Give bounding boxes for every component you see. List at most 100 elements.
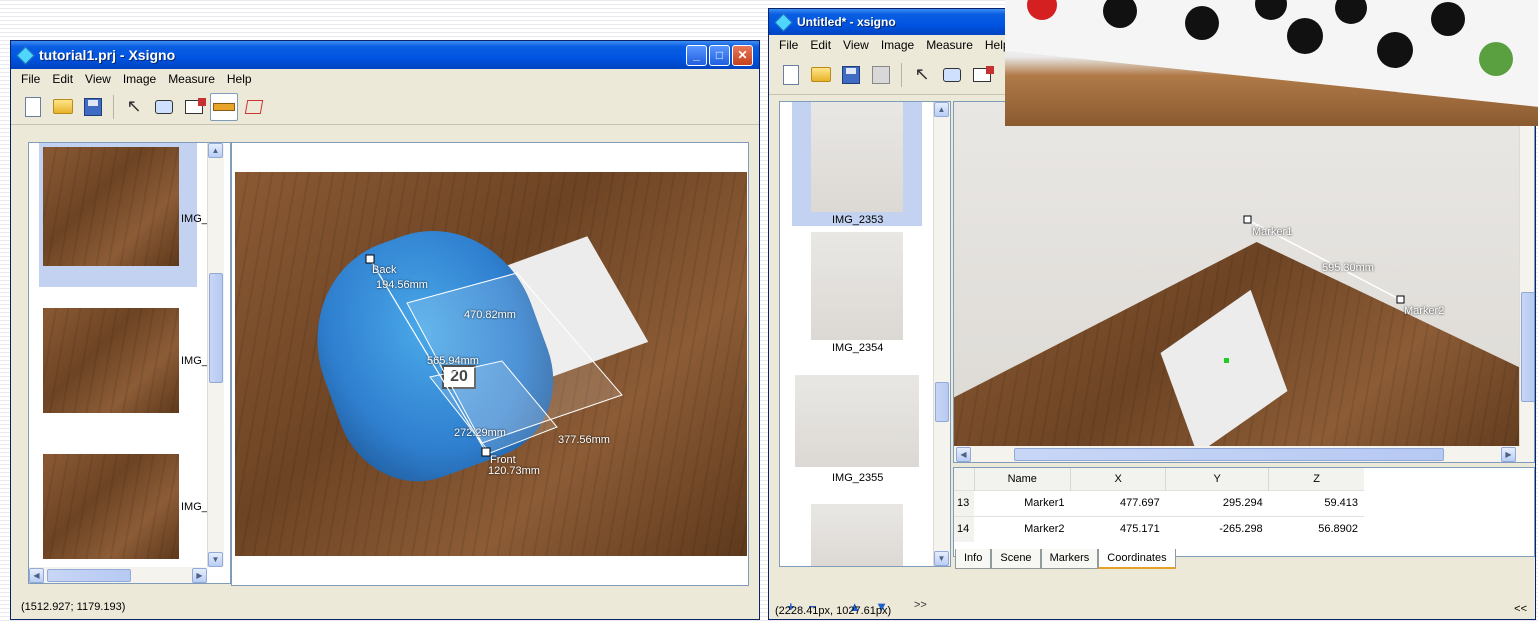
thumbnail-label: IMG_2353 (832, 214, 884, 226)
menu-help[interactable]: Help (221, 72, 258, 86)
front-handle (481, 447, 491, 457)
scroll-right-button[interactable]: ▶ (1501, 447, 1516, 462)
column-header-y[interactable]: Y (1165, 468, 1270, 490)
menu-view[interactable]: View (837, 38, 875, 52)
toolbar-separator (901, 62, 902, 87)
scroll-down-button[interactable]: ▼ (934, 551, 949, 566)
row-number-header (954, 468, 975, 490)
select-tool[interactable]: ↖ (120, 93, 148, 121)
marker-tool[interactable] (180, 93, 208, 121)
scroll-down-button[interactable]: ▼ (208, 552, 223, 567)
expand-panel-button[interactable]: >> (914, 599, 927, 615)
menu-measure[interactable]: Measure (162, 72, 221, 86)
thumbnail-vscroll[interactable]: ▲ ▼ (207, 143, 224, 567)
tab-scene[interactable]: Scene (991, 549, 1041, 569)
menu-file[interactable]: File (773, 38, 804, 52)
pdf-icon (872, 65, 890, 84)
thumbnail-hscroll[interactable]: ◀ ▶ (29, 567, 207, 583)
measure-label: 194.56mm (376, 279, 428, 291)
hscroll-thumb[interactable] (47, 569, 131, 582)
measurement-overlay (365, 254, 623, 457)
scroll-left-button[interactable]: ◀ (956, 447, 971, 462)
cell-z[interactable]: 56.8902 (1269, 516, 1364, 542)
column-header-x[interactable]: X (1070, 468, 1167, 490)
open-folder-icon (811, 67, 831, 82)
column-header-z[interactable]: Z (1269, 468, 1364, 490)
right-thumbnail-list[interactable]: IMG_2353 IMG_2354 IMG_2355 ▲ ▼ (779, 101, 951, 567)
left-thumbnail-list[interactable]: IMG_ IMG_ IMG_ ▲ ▼ ◀ ▶ (28, 142, 231, 584)
tab-markers[interactable]: Markers (1040, 549, 1099, 569)
menu-file[interactable]: File (15, 72, 46, 86)
bottom-tabs: Info Scene Markers Coordinates (955, 549, 1176, 569)
table-row[interactable]: 14 Marker2 475.171 -265.298 56.8902 (954, 516, 1364, 542)
marker1-label: Marker1 (1252, 226, 1293, 238)
left-window-title: tutorial1.prj - Xsigno (39, 47, 176, 63)
polygon-tool[interactable] (240, 93, 268, 121)
toolbar-separator (113, 94, 114, 119)
tab-info[interactable]: Info (955, 549, 992, 569)
menu-image[interactable]: Image (117, 72, 162, 86)
new-file-icon (783, 64, 799, 85)
marker2-handle (1396, 295, 1405, 304)
measure-label: 272.29mm (454, 427, 506, 439)
thumbnail-label: IMG_2354 (832, 342, 884, 354)
left-titlebar[interactable]: tutorial1.prj - Xsigno _ □ ✕ (11, 41, 759, 69)
table-row[interactable]: 13 Marker1 477.697 295.294 59.413 (954, 490, 1364, 516)
scroll-left-button[interactable]: ◀ (29, 568, 44, 583)
xsigno-app-icon (17, 47, 33, 63)
measure-tool[interactable] (210, 92, 238, 121)
cell-z[interactable]: 59.413 (1269, 490, 1364, 516)
region-tool[interactable] (938, 61, 966, 89)
marker-tool[interactable] (968, 61, 996, 89)
scroll-up-button[interactable]: ▲ (208, 143, 223, 158)
export-pdf-button[interactable] (867, 61, 895, 89)
select-tool[interactable]: ↖ (908, 61, 936, 89)
menu-edit[interactable]: Edit (804, 38, 837, 52)
scroll-thumb[interactable] (935, 382, 949, 422)
region-tool[interactable] (150, 93, 178, 121)
save-button[interactable] (837, 61, 865, 89)
cell-x[interactable]: 475.171 (1070, 516, 1165, 542)
scroll-right-button[interactable]: ▶ (192, 568, 207, 583)
thumbnail-vscroll[interactable]: ▲ ▼ (933, 102, 950, 566)
black-target-dot (1185, 6, 1219, 40)
xsigno-app-icon (775, 14, 791, 30)
cell-y[interactable]: 295.294 (1166, 490, 1269, 516)
image-vscroll[interactable] (1519, 102, 1534, 446)
menu-view[interactable]: View (79, 72, 117, 86)
pointer-arrow-icon: ↖ (914, 64, 930, 84)
origin-point (1224, 358, 1229, 363)
column-header-name[interactable]: Name (974, 468, 1071, 490)
open-button[interactable] (807, 61, 835, 89)
menu-image[interactable]: Image (875, 38, 920, 52)
menu-measure[interactable]: Measure (920, 38, 979, 52)
open-button[interactable] (49, 93, 77, 121)
menu-edit[interactable]: Edit (46, 72, 79, 86)
left-image-view[interactable]: 20 Back 194.56mm 470.82mm 565.94mm 272.2… (231, 142, 749, 586)
thumbnail-image (811, 232, 903, 340)
measure-label: 470.82mm (464, 309, 516, 321)
image-hscroll[interactable]: ◀ ▶ (954, 446, 1534, 462)
tab-coordinates[interactable]: Coordinates (1098, 549, 1176, 569)
scroll-thumb[interactable] (209, 273, 223, 383)
close-button[interactable]: ✕ (732, 44, 753, 66)
right-image-view[interactable]: Marker1 595.30mm Marker2 ◀ ▶ (953, 101, 1535, 463)
minimize-button[interactable]: _ (686, 44, 707, 66)
thumbnail-image (811, 504, 903, 566)
region-icon (155, 99, 173, 114)
thumbnail-image (795, 375, 919, 467)
image-hscroll-thumb[interactable] (1014, 448, 1444, 461)
cell-name[interactable]: Marker1 (974, 490, 1070, 516)
new-button[interactable] (19, 93, 47, 121)
cell-x[interactable]: 477.697 (1070, 490, 1165, 516)
save-button[interactable] (79, 93, 107, 121)
scroll-up-button[interactable]: ▲ (934, 102, 949, 117)
image-vscroll-thumb[interactable] (1521, 292, 1534, 402)
cell-y[interactable]: -265.298 (1166, 516, 1269, 542)
measure-label: 377.56mm (558, 434, 610, 446)
maximize-button[interactable]: □ (709, 44, 730, 66)
cell-name[interactable]: Marker2 (974, 516, 1070, 542)
new-button[interactable] (777, 61, 805, 89)
collapse-panel-button[interactable]: << (1514, 603, 1527, 615)
row-number: 13 (954, 490, 974, 516)
